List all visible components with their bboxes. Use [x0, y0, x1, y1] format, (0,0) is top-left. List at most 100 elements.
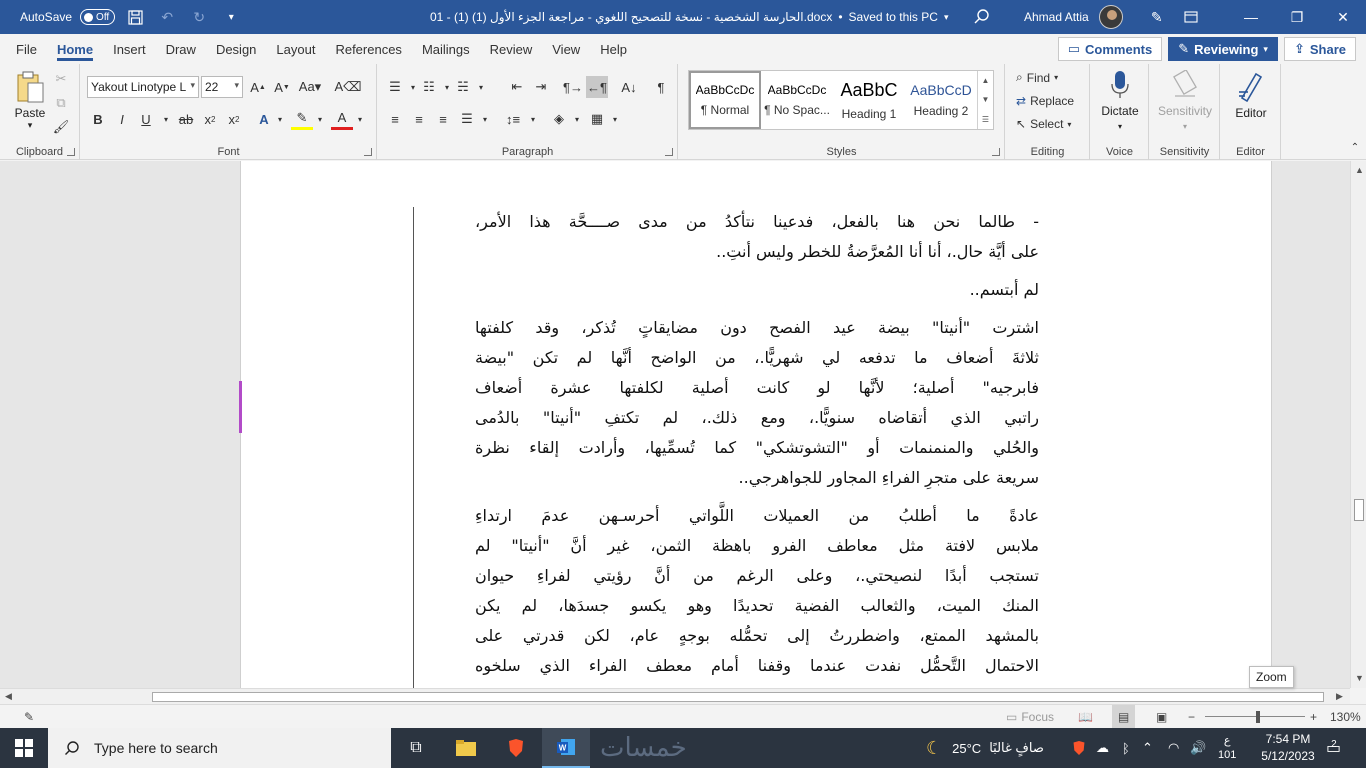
search-icon[interactable]: [970, 5, 994, 29]
rtl-direction-icon[interactable]: ←¶: [586, 76, 608, 98]
share-button[interactable]: ⇪ Share: [1283, 37, 1356, 61]
editor-button[interactable]: Editor: [1223, 70, 1279, 120]
brave-tray-icon[interactable]: [1072, 728, 1086, 768]
minimize-icon[interactable]: —: [1228, 0, 1274, 34]
show-formatting-marks-icon[interactable]: ¶: [650, 76, 672, 98]
styles-scroll[interactable]: ▲ ▼ ☰: [977, 71, 993, 129]
chevron-down-icon[interactable]: ▾: [470, 76, 492, 98]
dictate-button[interactable]: Dictate ▾: [1095, 70, 1145, 131]
paste-button[interactable]: Paste ▾: [8, 70, 52, 136]
horizontal-scrollbar[interactable]: ◀ ▶: [0, 688, 1350, 704]
style-heading-2[interactable]: AaBbCcD Heading 2: [905, 71, 977, 129]
tab-insert[interactable]: Insert: [105, 34, 154, 64]
zoom-level[interactable]: 130%: [1330, 705, 1361, 729]
strikethrough-icon[interactable]: ab: [175, 108, 197, 130]
styles-launcher-icon[interactable]: [992, 148, 1000, 156]
tab-mailings[interactable]: Mailings: [414, 34, 478, 64]
file-explorer-icon[interactable]: [442, 728, 490, 768]
tab-home[interactable]: Home: [49, 34, 101, 64]
pen-icon[interactable]: ✎: [1145, 5, 1169, 29]
horizontal-scroll-thumb[interactable]: [152, 692, 1324, 702]
clock[interactable]: 7:54 PM 5/12/2023: [1256, 731, 1320, 765]
sort-icon[interactable]: A↓: [618, 76, 640, 98]
document-title[interactable]: 01 - (1) (1) الحارسة الشخصية - نسخة للتص…: [430, 0, 948, 34]
align-left-icon[interactable]: ≡: [384, 108, 406, 130]
account-area[interactable]: Ahmad Attia ✎: [1024, 0, 1203, 34]
zoom-slider[interactable]: [1205, 716, 1305, 717]
input-language[interactable]: ع 101: [1218, 728, 1236, 768]
focus-button[interactable]: ▭ Focus: [1006, 705, 1054, 729]
scroll-down-icon[interactable]: ▼: [1355, 673, 1364, 683]
scroll-up-icon[interactable]: ▲: [1355, 165, 1364, 175]
superscript-icon[interactable]: x2: [223, 108, 245, 130]
tab-design[interactable]: Design: [208, 34, 264, 64]
show-hidden-icons-icon[interactable]: ⌃: [1142, 728, 1153, 768]
scroll-left-icon[interactable]: ◀: [5, 691, 12, 702]
taskbar-search[interactable]: Type here to search: [48, 728, 391, 768]
increase-indent-icon[interactable]: ⇥: [530, 76, 552, 98]
tab-file[interactable]: File: [8, 34, 45, 64]
collapse-ribbon-icon[interactable]: ⌃: [1344, 136, 1366, 158]
restore-icon[interactable]: ❐: [1274, 0, 1320, 34]
align-center-icon[interactable]: ≡: [408, 108, 430, 130]
print-layout-icon[interactable]: ▤: [1112, 705, 1136, 729]
notifications-button[interactable]: ▭ 2: [1326, 728, 1341, 768]
format-painter-icon[interactable]: 🖌: [50, 116, 72, 138]
chevron-down-icon[interactable]: ▾: [309, 108, 331, 130]
save-icon[interactable]: [123, 5, 147, 29]
chevron-down-icon[interactable]: ▾: [474, 108, 496, 130]
weather-widget[interactable]: ☾ 25°C صافٍ غالبًا: [926, 728, 1044, 768]
bluetooth-icon[interactable]: ᛒ: [1122, 728, 1130, 768]
clear-formatting-icon[interactable]: A⌫: [334, 76, 361, 98]
cut-icon[interactable]: ✂: [50, 68, 72, 90]
chevron-up-icon[interactable]: ▲: [982, 76, 990, 85]
more-styles-icon[interactable]: ☰: [982, 115, 989, 124]
start-button[interactable]: [0, 728, 48, 768]
ltr-direction-icon[interactable]: ¶→: [562, 76, 584, 98]
vertical-scroll-thumb[interactable]: [1354, 499, 1364, 521]
replace-button[interactable]: ⇄ Replace: [1016, 94, 1074, 108]
chevron-down-icon[interactable]: ▾: [604, 108, 626, 130]
style-no-spacing[interactable]: AaBbCcDc ¶ No Spac...: [761, 71, 833, 129]
task-view-icon[interactable]: ⧉: [392, 728, 440, 768]
tab-references[interactable]: References: [327, 34, 409, 64]
chevron-down-icon[interactable]: ▾: [269, 108, 291, 130]
vertical-scrollbar[interactable]: ▲ ▼: [1350, 161, 1366, 688]
avatar[interactable]: [1098, 5, 1123, 29]
tab-draw[interactable]: Draw: [158, 34, 204, 64]
chevron-down-icon[interactable]: ▾: [349, 108, 371, 130]
zoom-in-icon[interactable]: +: [1310, 705, 1317, 729]
sensitivity-button[interactable]: Sensitivity ▾: [1154, 70, 1216, 131]
wifi-icon[interactable]: ◠: [1168, 728, 1179, 768]
line-spacing-icon[interactable]: ↕≡: [502, 108, 524, 130]
word-icon[interactable]: W: [542, 728, 590, 768]
tab-help[interactable]: Help: [592, 34, 635, 64]
reviewing-button[interactable]: ✎ Reviewing ▾: [1168, 37, 1278, 61]
find-button[interactable]: ⌕ Find ▾: [1016, 70, 1058, 85]
clipboard-launcher-icon[interactable]: [67, 148, 75, 156]
volume-icon[interactable]: 🔊: [1190, 728, 1206, 768]
chevron-down-icon[interactable]: ▾: [522, 108, 544, 130]
close-icon[interactable]: ✕: [1320, 0, 1366, 34]
tab-view[interactable]: View: [544, 34, 588, 64]
proofing-icon[interactable]: ✎: [24, 705, 34, 729]
scroll-right-icon[interactable]: ▶: [1336, 691, 1343, 702]
paragraph-launcher-icon[interactable]: [665, 148, 673, 156]
zoom-slider-thumb[interactable]: [1256, 711, 1260, 723]
copy-icon[interactable]: ⧉: [50, 92, 72, 114]
chevron-down-icon[interactable]: ▼: [982, 95, 990, 104]
brave-browser-icon[interactable]: [492, 728, 540, 768]
ribbon-display-icon[interactable]: [1179, 5, 1203, 29]
subscript-icon[interactable]: x2: [199, 108, 221, 130]
autosave-toggle[interactable]: Off: [80, 9, 116, 25]
style-normal[interactable]: AaBbCcDc ¶ Normal: [689, 71, 761, 129]
redo-icon[interactable]: ↻: [187, 5, 211, 29]
customize-qat-icon[interactable]: ▾: [219, 5, 243, 29]
shrink-font-icon[interactable]: A ▼: [271, 76, 293, 98]
tab-layout[interactable]: Layout: [268, 34, 323, 64]
font-size-combo[interactable]: 22 ▾: [201, 76, 243, 98]
font-name-combo[interactable]: Yakout Linotype L ▾: [87, 76, 199, 98]
style-heading-1[interactable]: AaBbC Heading 1: [833, 71, 905, 129]
comments-button[interactable]: ▭ Comments: [1057, 37, 1163, 61]
grow-font-icon[interactable]: A ▲: [247, 76, 269, 98]
